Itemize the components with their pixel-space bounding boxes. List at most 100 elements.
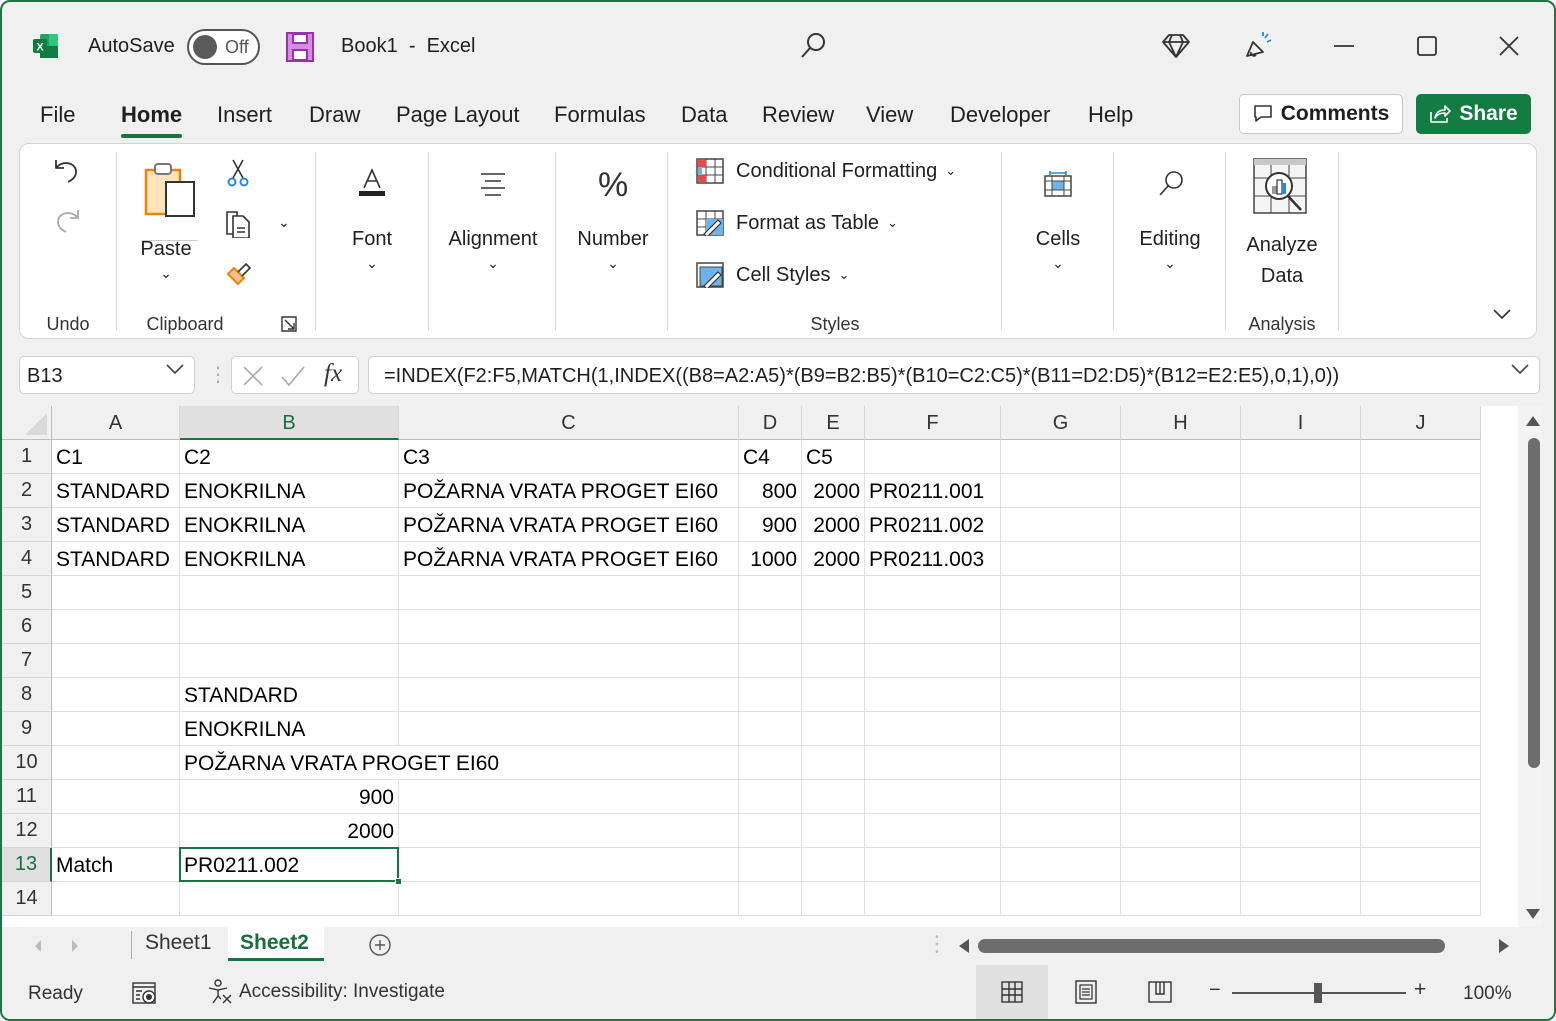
column-header-g[interactable]: G xyxy=(1001,406,1121,440)
cell-h9[interactable] xyxy=(1121,712,1241,746)
cell-g10[interactable] xyxy=(1001,746,1121,780)
cell-j11[interactable] xyxy=(1361,780,1481,814)
vertical-scroll-thumb[interactable] xyxy=(1528,438,1540,768)
horizontal-scrollbar[interactable] xyxy=(950,935,1520,957)
tab-draw[interactable]: Draw xyxy=(309,102,360,128)
cell-i8[interactable] xyxy=(1241,678,1361,712)
cell-i10[interactable] xyxy=(1241,746,1361,780)
cell-d1[interactable]: C4 xyxy=(739,440,802,474)
copy-button[interactable] xyxy=(223,208,255,238)
close-button[interactable] xyxy=(1492,28,1526,64)
cell-b13[interactable]: PR0211.002 xyxy=(180,848,399,882)
cell-g3[interactable] xyxy=(1001,508,1121,542)
cell-f7[interactable] xyxy=(865,644,1001,678)
column-header-c[interactable]: C xyxy=(399,406,739,440)
cell-a13[interactable]: Match xyxy=(52,848,180,882)
tab-split-handle[interactable]: ⋮ xyxy=(926,931,948,957)
cell-d5[interactable] xyxy=(739,576,802,610)
cell-b11[interactable]: 900 xyxy=(180,780,399,814)
cell-i11[interactable] xyxy=(1241,780,1361,814)
undo-button[interactable] xyxy=(52,156,82,186)
cell-f5[interactable] xyxy=(865,576,1001,610)
cell-f9[interactable] xyxy=(865,712,1001,746)
cell-d10[interactable] xyxy=(739,746,802,780)
cell-b6[interactable] xyxy=(180,610,399,644)
cell-j12[interactable] xyxy=(1361,814,1481,848)
tab-page-layout[interactable]: Page Layout xyxy=(396,102,520,128)
cell-h6[interactable] xyxy=(1121,610,1241,644)
cell-j6[interactable] xyxy=(1361,610,1481,644)
cell-b14[interactable] xyxy=(180,882,399,916)
tab-insert[interactable]: Insert xyxy=(217,102,272,128)
cell-g12[interactable] xyxy=(1001,814,1121,848)
cell-a3[interactable]: STANDARD xyxy=(52,508,180,542)
cell-h3[interactable] xyxy=(1121,508,1241,542)
page-break-view-button[interactable] xyxy=(1124,965,1196,1019)
worksheet-grid[interactable]: A B C D E F G H I J 1 C1 C2 C3 C4 C5 2 STANDARD ENOKRILNA P… xyxy=(2,406,1518,927)
row-header-3[interactable]: 3 xyxy=(2,508,52,542)
formula-bar-resize-handle[interactable]: ⋮ xyxy=(208,362,228,387)
cell-f14[interactable] xyxy=(865,882,1001,916)
cell-e13[interactable] xyxy=(802,848,865,882)
cell-g1[interactable] xyxy=(1001,440,1121,474)
tab-formulas[interactable]: Formulas xyxy=(554,102,646,128)
cell-f10[interactable] xyxy=(865,746,1001,780)
cell-j14[interactable] xyxy=(1361,882,1481,916)
cell-b5[interactable] xyxy=(180,576,399,610)
tab-developer[interactable]: Developer xyxy=(950,102,1050,128)
cell-styles-button[interactable]: Cell Styles ⌄ xyxy=(696,262,849,288)
cell-a12[interactable] xyxy=(52,814,180,848)
conditional-formatting-button[interactable]: Conditional Formatting ⌄ xyxy=(696,158,956,184)
cell-e10[interactable] xyxy=(802,746,865,780)
cell-i12[interactable] xyxy=(1241,814,1361,848)
cell-j5[interactable] xyxy=(1361,576,1481,610)
alignment-button[interactable]: Alignment ⌄ xyxy=(449,228,538,272)
cell-h4[interactable] xyxy=(1121,542,1241,576)
autosave-toggle[interactable]: Off xyxy=(187,29,260,65)
tab-home[interactable]: Home xyxy=(121,102,183,138)
row-header-13[interactable]: 13 xyxy=(2,848,52,882)
chevron-down-icon[interactable] xyxy=(166,364,184,374)
maximize-button[interactable] xyxy=(1410,28,1444,64)
column-header-j[interactable]: J xyxy=(1361,406,1481,440)
tab-view[interactable]: View xyxy=(866,102,913,128)
cell-c12[interactable] xyxy=(399,814,739,848)
column-header-a[interactable]: A xyxy=(52,406,180,440)
cell-e5[interactable] xyxy=(802,576,865,610)
cell-f3[interactable]: PR0211.002 xyxy=(865,508,1001,542)
cell-d6[interactable] xyxy=(739,610,802,644)
cell-f4[interactable]: PR0211.003 xyxy=(865,542,1001,576)
cell-c14[interactable] xyxy=(399,882,739,916)
cell-i6[interactable] xyxy=(1241,610,1361,644)
cell-a8[interactable] xyxy=(52,678,180,712)
feedback-megaphone-icon[interactable] xyxy=(1242,28,1276,64)
tab-data[interactable]: Data xyxy=(681,102,727,128)
accessibility-checker-button[interactable]: Accessibility: Investigate xyxy=(207,979,445,1005)
row-header-4[interactable]: 4 xyxy=(2,542,52,576)
cell-b12[interactable]: 2000 xyxy=(180,814,399,848)
cell-h5[interactable] xyxy=(1121,576,1241,610)
cell-a9[interactable] xyxy=(52,712,180,746)
row-header-5[interactable]: 5 xyxy=(2,576,52,610)
cell-b3[interactable]: ENOKRILNA xyxy=(180,508,399,542)
cell-h2[interactable] xyxy=(1121,474,1241,508)
cell-i9[interactable] xyxy=(1241,712,1361,746)
column-header-i[interactable]: I xyxy=(1241,406,1361,440)
copy-dropdown-chevron-icon[interactable]: ⌄ xyxy=(278,214,290,231)
cell-b10[interactable]: POŽARNA VRATA PROGET EI60 xyxy=(180,746,499,780)
cell-f2[interactable]: PR0211.001 xyxy=(865,474,1001,508)
row-header-9[interactable]: 9 xyxy=(2,712,52,746)
cell-e7[interactable] xyxy=(802,644,865,678)
cell-d7[interactable] xyxy=(739,644,802,678)
page-layout-view-button[interactable] xyxy=(1050,965,1122,1019)
tab-help[interactable]: Help xyxy=(1088,102,1133,128)
cell-b1[interactable]: C2 xyxy=(180,440,399,474)
cell-a1[interactable]: C1 xyxy=(52,440,180,474)
cell-i5[interactable] xyxy=(1241,576,1361,610)
zoom-level[interactable]: 100% xyxy=(1463,983,1512,1005)
cell-d9[interactable] xyxy=(739,712,802,746)
format-as-table-button[interactable]: Format as Table ⌄ xyxy=(696,210,898,236)
cell-j8[interactable] xyxy=(1361,678,1481,712)
cell-a11[interactable] xyxy=(52,780,180,814)
row-header-10[interactable]: 10 xyxy=(2,746,52,780)
